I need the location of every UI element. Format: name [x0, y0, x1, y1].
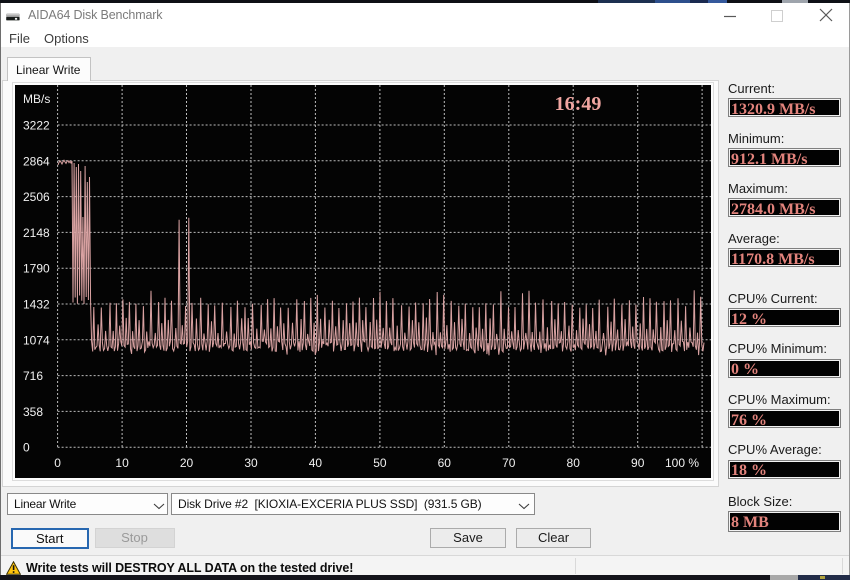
svg-text:10: 10: [115, 456, 129, 470]
svg-text:2864: 2864: [23, 154, 50, 168]
svg-text:30: 30: [244, 456, 258, 470]
svg-text:80: 80: [567, 456, 581, 470]
svg-text:358: 358: [23, 405, 43, 419]
svg-text:60: 60: [438, 456, 452, 470]
svg-text:70: 70: [502, 456, 516, 470]
svg-text:0: 0: [54, 456, 61, 470]
svg-text:16:49: 16:49: [555, 93, 602, 115]
svg-text:20: 20: [180, 456, 194, 470]
svg-text:0: 0: [23, 441, 30, 455]
svg-text:90: 90: [631, 456, 645, 470]
svg-text:2148: 2148: [23, 226, 50, 240]
svg-text:2506: 2506: [23, 190, 50, 204]
svg-text:40: 40: [309, 456, 323, 470]
svg-text:716: 716: [23, 369, 43, 383]
svg-text:1432: 1432: [23, 298, 50, 312]
svg-text:100 %: 100 %: [665, 456, 699, 470]
svg-text:3222: 3222: [23, 119, 50, 133]
svg-text:1074: 1074: [23, 333, 50, 347]
svg-text:50: 50: [373, 456, 387, 470]
svg-text:1790: 1790: [23, 262, 50, 276]
svg-text:MB/s: MB/s: [23, 92, 50, 106]
